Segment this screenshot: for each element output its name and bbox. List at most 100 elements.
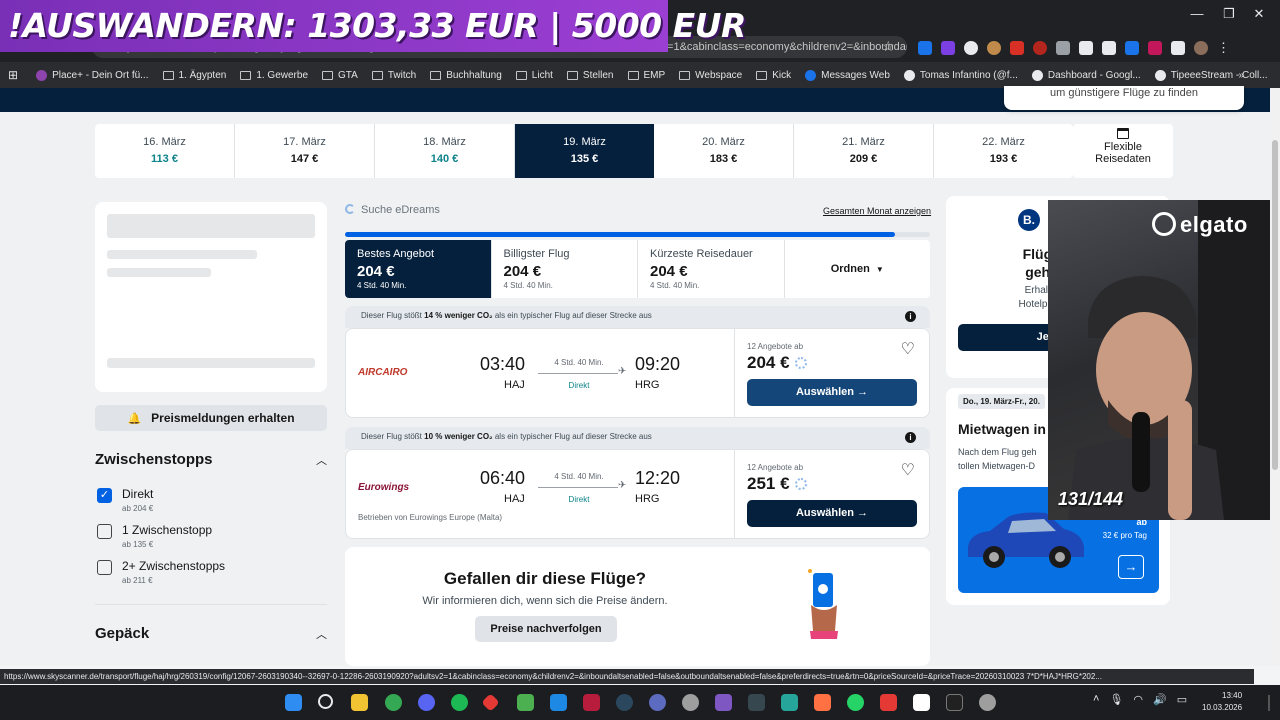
- flight-card[interactable]: AIRCAIRO 03:40 HAJ 4 Std. 40 Min. ✈ Dire…: [345, 328, 930, 418]
- date-option[interactable]: 16. März 113 €: [95, 124, 235, 178]
- menu-kebab-icon[interactable]: ⋮: [1217, 41, 1231, 55]
- tab-best[interactable]: Bestes Angebot 204 €4 Std. 40 Min.: [345, 240, 492, 298]
- checkbox[interactable]: [97, 524, 112, 539]
- arrival-time: 12:20: [635, 468, 681, 488]
- battery-icon[interactable]: ▭: [1177, 693, 1187, 706]
- select-button[interactable]: Auswählen →: [747, 379, 917, 406]
- maximize-button[interactable]: ❐: [1214, 6, 1244, 22]
- profile-avatar[interactable]: [1194, 41, 1208, 55]
- flight-card[interactable]: Eurowings 06:40 HAJ 4 Std. 40 Min. ✈ Dir…: [345, 449, 930, 539]
- bookmark-folder[interactable]: Webspace: [679, 70, 742, 81]
- whole-month-link[interactable]: Gesamten Monat anzeigen: [823, 206, 931, 216]
- bookmark-item[interactable]: TipeeeStream - Coll...: [1154, 69, 1268, 81]
- close-window-button[interactable]: ✕: [1244, 6, 1274, 22]
- volume-icon[interactable]: 🔊: [1153, 693, 1167, 706]
- taskbar-clock[interactable]: 13:40 10.03.2026: [1202, 690, 1242, 714]
- chevron-up-icon[interactable]: ︿: [316, 452, 327, 468]
- app-icon[interactable]: [649, 694, 666, 711]
- date-option[interactable]: 21. März 209 €: [794, 124, 934, 178]
- bookmark-item[interactable]: Tomas Infantino (@f...: [903, 69, 1018, 81]
- bookmark-item[interactable]: Dashboard - Googl...: [1031, 69, 1141, 81]
- search-icon[interactable]: [318, 694, 333, 709]
- chevron-up-icon[interactable]: ︿: [316, 626, 327, 642]
- bookmark-folder[interactable]: Stellen: [566, 70, 614, 81]
- bookmark-folder[interactable]: EMP: [627, 70, 665, 81]
- microphone-icon[interactable]: 🎙: [1109, 693, 1123, 706]
- app-icon[interactable]: [748, 694, 765, 711]
- stop-filter-one[interactable]: 1 Zwischenstopp ab 135 €: [97, 523, 212, 549]
- tab-fastest[interactable]: Kürzeste Reisedauer 204 €4 Std. 40 Min.: [638, 240, 785, 298]
- heart-icon[interactable]: ♡: [901, 339, 915, 359]
- bookmark-star-icon[interactable]: ☆: [882, 38, 895, 55]
- flexible-dates-button[interactable]: Flexible Reisedaten: [1073, 124, 1173, 178]
- extension-icon[interactable]: [1148, 41, 1162, 55]
- bookmark-folder[interactable]: 1. Gewerbe: [240, 70, 308, 81]
- minimize-button[interactable]: —: [1182, 6, 1212, 21]
- bookmarks-overflow-icon[interactable]: »: [1238, 70, 1244, 81]
- app-icon[interactable]: [814, 694, 831, 711]
- date-option[interactable]: 22. März 193 €: [934, 124, 1073, 178]
- extension-icon[interactable]: [1102, 41, 1116, 55]
- wifi-icon[interactable]: ◠: [1133, 693, 1143, 706]
- bookmark-item[interactable]: Messages Web: [805, 69, 890, 81]
- tab-cheapest[interactable]: Billigster Flug 204 €4 Std. 40 Min.: [492, 240, 638, 298]
- date-option[interactable]: 17. März 147 €: [235, 124, 375, 178]
- track-prices-button[interactable]: Preise nachverfolgen: [475, 616, 617, 642]
- stops-filter-title[interactable]: Zwischenstopps: [95, 451, 213, 468]
- spotify-icon[interactable]: [451, 694, 468, 711]
- heart-icon[interactable]: ♡: [901, 460, 915, 480]
- stop-filter-multi[interactable]: 2+ Zwischenstopps ab 211 €: [97, 559, 225, 585]
- extension-icon[interactable]: [1033, 41, 1047, 55]
- extensions-puzzle-icon[interactable]: [1171, 41, 1185, 55]
- scrollbar-thumb[interactable]: [1272, 140, 1278, 470]
- extension-icon[interactable]: [964, 41, 978, 55]
- app-icon[interactable]: [517, 694, 534, 711]
- apps-grid-icon[interactable]: ⊞: [8, 68, 18, 82]
- bookmark-folder[interactable]: 1. Ägypten: [162, 70, 226, 81]
- settings-gear-icon[interactable]: [979, 694, 996, 711]
- windows-start-icon[interactable]: [285, 694, 302, 711]
- baggage-filter-title[interactable]: Gepäck: [95, 625, 149, 642]
- app-icon[interactable]: [583, 694, 600, 711]
- bookmark-folder[interactable]: Buchhaltung: [430, 70, 502, 81]
- extension-icon[interactable]: [1056, 41, 1070, 55]
- file-explorer-icon[interactable]: [351, 694, 368, 711]
- info-icon[interactable]: i: [905, 432, 916, 443]
- sort-dropdown[interactable]: Ordnen ▼: [785, 240, 931, 298]
- bookmark-folder[interactable]: Kick: [756, 70, 791, 81]
- bookmark-folder[interactable]: Licht: [515, 70, 553, 81]
- info-icon[interactable]: i: [905, 311, 916, 322]
- app-icon[interactable]: [682, 694, 699, 711]
- select-button[interactable]: Auswählen →: [747, 500, 917, 527]
- bookmark-folder[interactable]: GTA: [322, 70, 358, 81]
- app-icon[interactable]: [913, 694, 930, 711]
- date-option[interactable]: 18. März 140 €: [375, 124, 515, 178]
- checkbox[interactable]: [97, 560, 112, 575]
- app-icon[interactable]: [781, 694, 798, 711]
- app-icon[interactable]: [880, 694, 897, 711]
- app-icon[interactable]: [715, 694, 732, 711]
- steam-icon[interactable]: [616, 694, 633, 711]
- chevron-up-icon[interactable]: ˄: [1093, 693, 1099, 706]
- show-desktop-button[interactable]: [1268, 695, 1270, 711]
- date-option[interactable]: 19. März 135 €: [515, 124, 654, 178]
- discord-icon[interactable]: [418, 694, 435, 711]
- stop-filter-direct[interactable]: ✓ Direkt ab 204 €: [97, 487, 153, 513]
- app-icon[interactable]: [946, 694, 963, 711]
- bookmark-folder[interactable]: Twitch: [371, 70, 416, 81]
- checkbox-checked[interactable]: ✓: [97, 488, 112, 503]
- app-icon[interactable]: [481, 693, 500, 712]
- arrow-right-icon[interactable]: →: [1118, 555, 1144, 579]
- price-alert-button[interactable]: 🔔 Preismeldungen erhalten: [95, 405, 327, 431]
- extension-icon[interactable]: [1079, 41, 1093, 55]
- extension-icon[interactable]: [941, 41, 955, 55]
- vscode-icon[interactable]: [550, 694, 567, 711]
- chrome-icon[interactable]: [385, 694, 402, 711]
- extension-icon[interactable]: [1010, 41, 1024, 55]
- bookmark-item[interactable]: Place+ - Dein Ort fü...: [36, 69, 149, 81]
- date-option[interactable]: 20. März 183 €: [654, 124, 794, 178]
- whatsapp-icon[interactable]: [847, 694, 864, 711]
- extension-icon[interactable]: [1125, 41, 1139, 55]
- extension-icon[interactable]: [918, 41, 932, 55]
- extension-icon[interactable]: [987, 41, 1001, 55]
